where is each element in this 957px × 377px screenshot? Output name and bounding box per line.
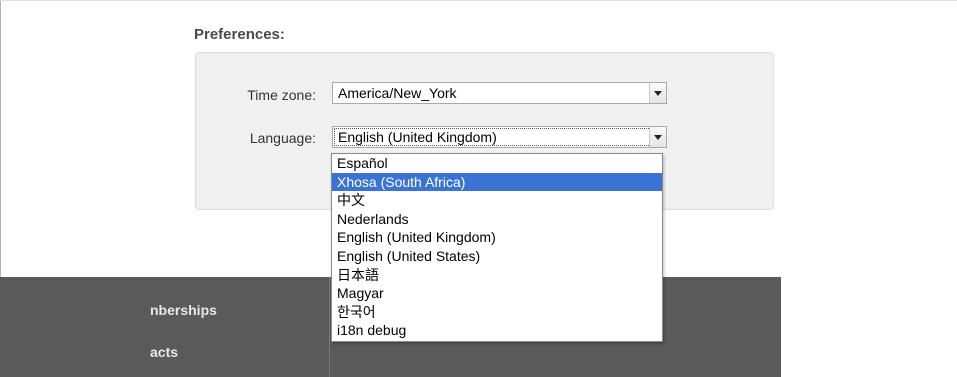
page: Preferences: Time zone: America/New_York… xyxy=(0,0,957,377)
language-select[interactable]: English (United Kingdom) xyxy=(332,126,667,148)
language-option-japanese[interactable]: 日本語 xyxy=(332,266,662,285)
language-option-chinese[interactable]: 中文 xyxy=(332,191,662,210)
language-dropdown-list[interactable]: Español Xhosa (South Africa) 中文 Nederlan… xyxy=(331,153,663,342)
language-option-dutch[interactable]: Nederlands xyxy=(332,210,662,229)
language-option-hungarian[interactable]: Magyar xyxy=(332,284,662,303)
language-option-english-us[interactable]: English (United States) xyxy=(332,247,662,266)
chevron-down-icon xyxy=(649,83,666,103)
background-divider xyxy=(329,277,330,377)
language-select-value: English (United Kingdom) xyxy=(338,129,497,145)
language-option-espanol[interactable]: Español xyxy=(332,154,662,173)
chevron-down-icon xyxy=(649,127,666,147)
timezone-select[interactable]: America/New_York xyxy=(332,82,667,104)
language-option-english-uk[interactable]: English (United Kingdom) xyxy=(332,228,662,247)
window-top-edge xyxy=(0,0,957,1)
timezone-label: Time zone: xyxy=(247,87,316,103)
timezone-select-value: America/New_York xyxy=(338,85,457,101)
preferences-heading: Preferences: xyxy=(194,26,285,43)
nav-item-contacts[interactable]: acts xyxy=(150,344,320,360)
language-label: Language: xyxy=(249,130,316,146)
language-option-korean[interactable]: 한국어 xyxy=(332,303,662,322)
language-option-xhosa[interactable]: Xhosa (South Africa) xyxy=(332,172,662,192)
nav-item-memberships[interactable]: nberships xyxy=(150,302,320,318)
language-option-i18n-debug[interactable]: i18n debug xyxy=(332,321,662,340)
